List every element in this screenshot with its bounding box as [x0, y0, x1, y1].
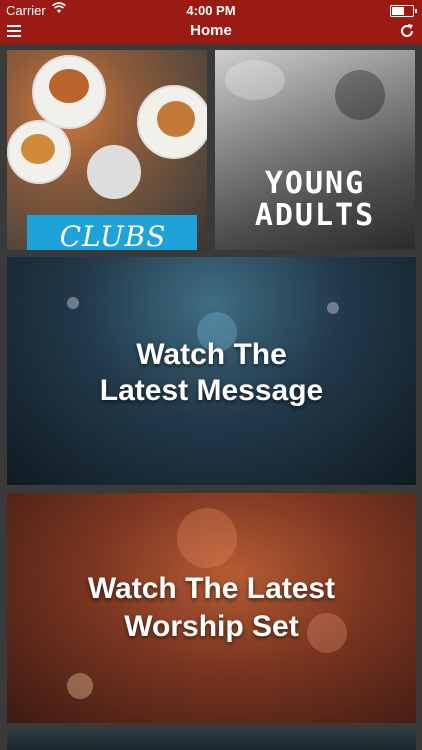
refresh-icon[interactable] — [398, 22, 416, 40]
clock-time: 4:00 PM — [186, 3, 236, 18]
young-adults-line2: ADULTS — [254, 198, 376, 233]
latest-message-tile[interactable]: Watch The Latest Message — [7, 257, 416, 485]
nav-bar: Home — [0, 20, 422, 44]
latest-message-label: Watch The Latest Message — [7, 337, 416, 409]
page-title: Home — [190, 22, 232, 39]
latest-message-line1: Watch The — [136, 338, 287, 371]
young-adults-line1: YOUNG — [264, 166, 366, 201]
worship-set-label: Watch The Latest Worship Set — [7, 570, 416, 646]
clubs-label: CLUBS — [59, 220, 167, 250]
battery-icon — [390, 5, 417, 17]
young-adults-tile[interactable]: YOUNG ADULTS — [215, 50, 415, 250]
worship-set-line2: Worship Set — [124, 610, 299, 643]
next-tile[interactable] — [7, 730, 416, 750]
worship-set-line1: Watch The Latest — [87, 572, 336, 605]
status-bar: Carrier 4:00 PM — [0, 0, 422, 20]
clubs-tile[interactable]: CLUBS — [7, 50, 207, 250]
battery-level — [392, 7, 404, 15]
young-adults-label: YOUNG ADULTS — [215, 168, 415, 232]
worship-set-tile[interactable]: Watch The Latest Worship Set — [7, 493, 416, 723]
latest-message-line2: Latest Message — [99, 374, 324, 407]
